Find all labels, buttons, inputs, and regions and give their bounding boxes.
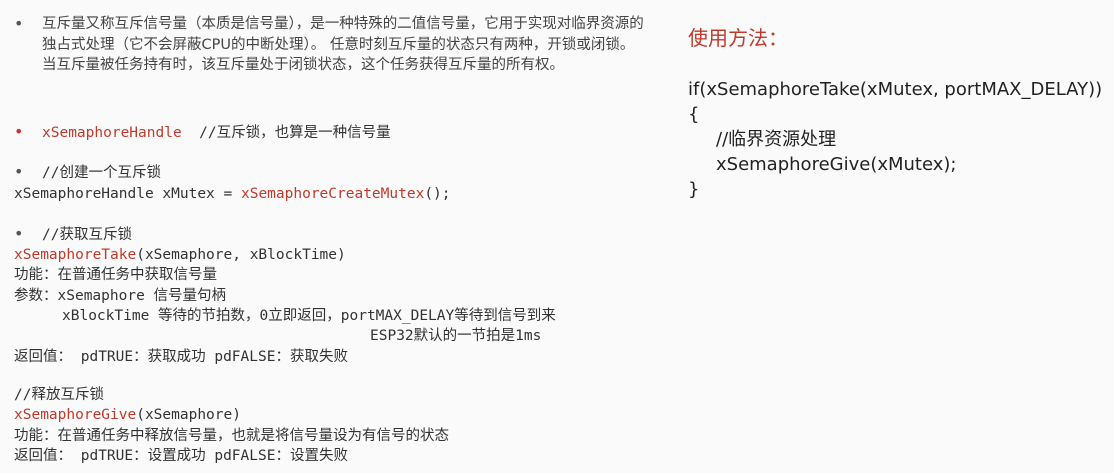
bullet-icon: • [14,224,24,243]
handle-comment: //互斥锁，也算是一种信号量 [199,125,391,141]
take-func: xSemaphoreTake [14,247,137,263]
left-panel: • 互斥量又称互斥信号量（本质是信号量），是一种特殊的二值信号量，它用于实现对临… [0,0,660,473]
create-func: xSemaphoreCreateMutex [240,186,425,202]
mutex-description: 互斥量又称互斥信号量（本质是信号量），是一种特殊的二值信号量，它用于实现对临界资… [42,16,644,73]
usage-code-line-3: //临界资源处理 [716,129,837,150]
give-comment: //释放互斥锁 [14,387,104,403]
create-comment: //创建一个互斥锁 [42,165,161,181]
usage-code-line-5: } [688,179,700,200]
bullet-icon: • [14,162,24,181]
create-line: xSemaphoreHandle xMutex = xSemaphoreCrea… [14,184,451,204]
handle-type: xSemaphoreHandle [42,125,182,141]
bullet-icon: • [14,14,24,33]
usage-title: 使用方法： [688,26,788,50]
take-args: (xSemaphore, xBlockTime) [136,247,346,263]
take-func-desc: 功能：在普通任务中获取信号量 [14,267,217,283]
take-line: xSemaphoreTake(xSemaphore, xBlockTime) [14,245,346,265]
give-line: xSemaphoreGive(xSemaphore) [14,405,241,425]
usage-code-line-2: { [688,104,700,125]
take-param2: xBlockTime 等待的节拍数，0立即返回，portMAX_DELAY等待到… [62,308,556,324]
give-func-desc: 功能：在普通任务中释放信号量，也就是将信号量设为有信号的状态 [14,428,449,444]
take-param3: ESP32默认的一节拍是1ms [370,328,542,344]
create-suffix: (); [424,186,451,202]
usage-panel: 使用方法： if(xSemaphoreTake(xMutex, portMAX_… [670,0,1114,473]
usage-code-line-4: xSemaphoreGive(xMutex); [716,154,957,175]
take-param1: 参数：xSemaphore 信号量句柄 [14,288,227,304]
handle-line: xSemaphoreHandle //互斥锁，也算是一种信号量 [42,123,391,143]
give-func: xSemaphoreGive [14,407,137,423]
bullet-icon: • [14,122,24,141]
usage-code-line-1: if(xSemaphoreTake(xMutex, portMAX_DELAY)… [688,79,1103,100]
take-return: 返回值： pdTRUE：获取成功 pdFALSE：获取失败 [14,349,348,365]
give-args: (xSemaphore) [136,407,241,423]
create-prefix: xSemaphoreHandle xMutex = [14,186,241,202]
take-comment: //获取互斥锁 [42,227,132,243]
give-return: 返回值： pdTRUE：设置成功 pdFALSE：设置失败 [14,448,348,464]
